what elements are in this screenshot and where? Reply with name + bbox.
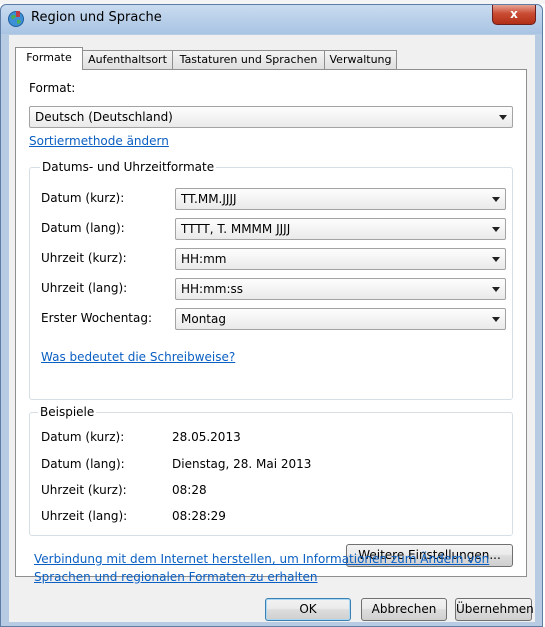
internet-info-link[interactable]: Verbindung mit dem Internet herstellen, … [34, 550, 524, 586]
format-dropdown[interactable]: Deutsch (Deutschland) [29, 106, 513, 128]
time-long-dropdown[interactable]: HH:mm:ss [175, 278, 506, 300]
format-label: Format: [29, 81, 76, 95]
internet-info-link-line1: Verbindung mit dem Internet herstellen, … [34, 552, 490, 566]
apply-button[interactable]: Übernehmen [455, 598, 534, 621]
chevron-down-icon [492, 197, 500, 202]
example-time-short-value: 08:28 [172, 483, 207, 497]
chevron-down-icon [492, 257, 500, 262]
chevron-down-icon [499, 115, 507, 120]
cancel-button[interactable]: Abbrechen [361, 598, 447, 621]
time-long-label: Uhrzeit (lang): [41, 281, 128, 295]
tab-aufenthaltsort[interactable]: Aufenthaltsort [82, 50, 173, 69]
example-date-long-label: Datum (lang): [41, 457, 125, 471]
close-button[interactable]: x [492, 5, 536, 25]
time-short-format: HH:mm [181, 252, 227, 266]
date-long-dropdown[interactable]: TTTT, T. MMMM JJJJ [175, 218, 506, 240]
time-long-format: HH:mm:ss [181, 282, 244, 296]
title-bar[interactable]: Region und Sprache x [1, 5, 542, 34]
notation-help-link[interactable]: Was bedeutet die Schreibweise? [41, 350, 235, 364]
examples-group: Beispiele Datum (kurz): 28.05.2013 Datum… [29, 405, 513, 536]
dialog-client: Formate Aufenthaltsort Tastaturen und Sp… [9, 35, 535, 622]
example-time-short-label: Uhrzeit (kurz): [41, 483, 127, 497]
formate-panel: Format: Deutsch (Deutschland) Sortiermet… [15, 69, 527, 577]
first-weekday-dropdown[interactable]: Montag [175, 308, 506, 330]
chevron-down-icon [492, 317, 500, 322]
format-value: Deutsch (Deutschland) [35, 110, 173, 124]
globe-icon [8, 11, 24, 27]
date-short-dropdown[interactable]: TT.MM.JJJJ [175, 188, 506, 210]
datetime-group: Datums- und Uhrzeitformate Datum (kurz):… [29, 160, 513, 400]
internet-info-link-line2: Sprachen und regionalen Formaten zu erha… [34, 570, 318, 584]
ok-button[interactable]: OK [265, 598, 351, 621]
time-short-dropdown[interactable]: HH:mm [175, 248, 506, 270]
tab-verwaltung[interactable]: Verwaltung [324, 50, 397, 69]
example-date-long-value: Dienstag, 28. Mai 2013 [172, 457, 312, 471]
datetime-group-title: Datums- und Uhrzeitformate [40, 160, 217, 174]
dialog-window: Region und Sprache x Formate Aufenthalts… [0, 4, 543, 627]
time-short-label: Uhrzeit (kurz): [41, 251, 127, 265]
chevron-down-icon [492, 287, 500, 292]
date-long-format: TTTT, T. MMMM JJJJ [181, 222, 291, 236]
tab-tastaturen-und-sprachen[interactable]: Tastaturen und Sprachen [172, 50, 325, 69]
sort-method-link[interactable]: Sortiermethode ändern [29, 134, 169, 148]
date-long-label: Datum (lang): [41, 221, 125, 235]
example-date-short-value: 28.05.2013 [172, 430, 241, 444]
chevron-down-icon [492, 227, 500, 232]
date-short-label: Datum (kurz): [41, 191, 125, 205]
example-time-long-label: Uhrzeit (lang): [41, 509, 128, 523]
example-date-short-label: Datum (kurz): [41, 430, 125, 444]
tab-formate[interactable]: Formate [15, 47, 83, 70]
first-weekday-label: Erster Wochentag: [41, 311, 153, 325]
first-weekday-value: Montag [181, 312, 226, 326]
date-short-format: TT.MM.JJJJ [181, 192, 237, 206]
window-title: Region und Sprache [31, 10, 162, 25]
example-time-long-value: 08:28:29 [172, 509, 226, 523]
examples-group-title: Beispiele [38, 405, 97, 419]
